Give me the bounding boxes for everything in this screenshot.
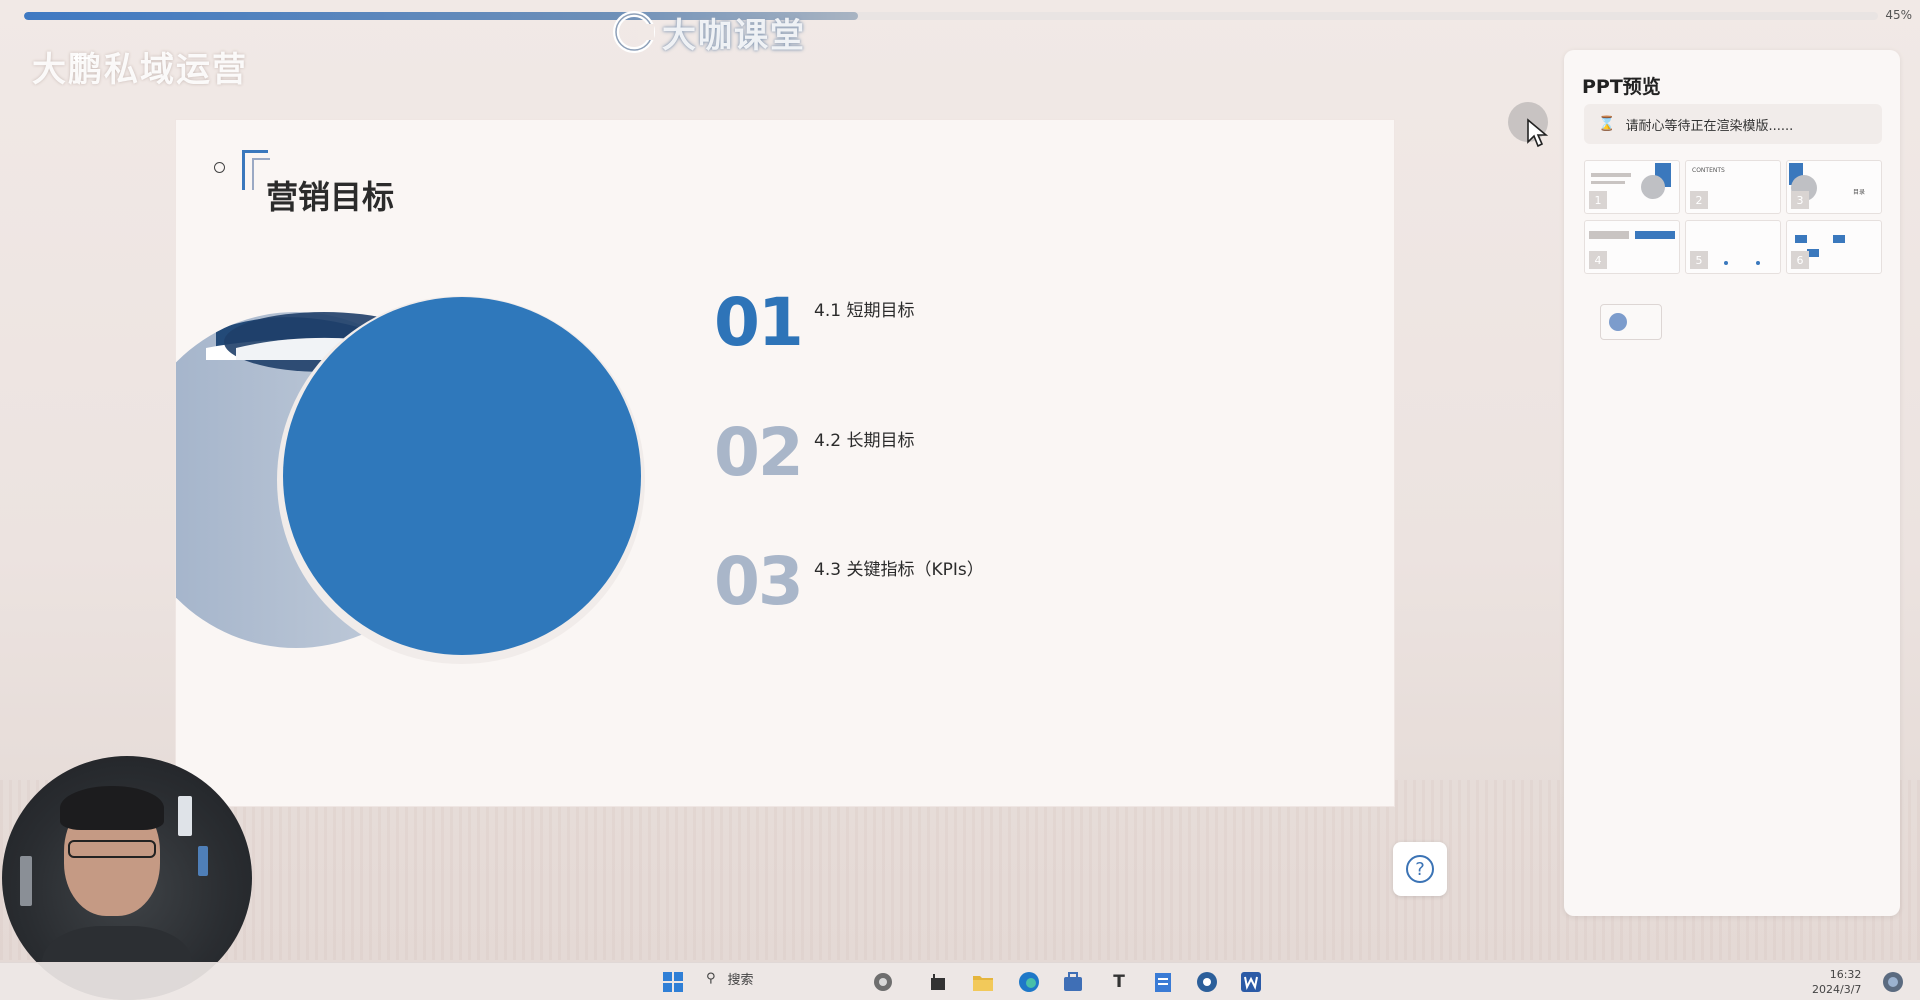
taskbar: ⚲ 搜索 T 16:32 2024/3/7	[0, 962, 1920, 1000]
mouse-cursor-icon	[1527, 118, 1548, 148]
thumb-decoration	[1641, 175, 1665, 199]
chrome-browser-icon[interactable]	[1194, 969, 1220, 995]
store-icon[interactable]	[1060, 969, 1086, 995]
thumb-decoration	[1833, 235, 1845, 243]
render-status-text: 请耐心等待正在渲染模版......	[1625, 118, 1794, 134]
ppt-preview-panel: PPT预览 ⌛ 请耐心等待正在渲染模版...... 1 CONTENTS 2 目…	[1564, 50, 1900, 916]
thumb-number: 1	[1589, 191, 1607, 209]
clock-date: 2024/3/7	[1812, 983, 1862, 996]
slide-thumbnail-rendering[interactable]	[1600, 304, 1662, 340]
agenda-item-1: 01 4.1 短期目标	[714, 290, 914, 356]
agenda-number-2: 02	[714, 414, 804, 491]
thumb-number: 5	[1690, 251, 1708, 269]
search-placeholder: 搜索	[727, 973, 754, 988]
presenter-glasses	[68, 840, 156, 858]
title-circle-decoration	[214, 162, 225, 173]
thumb-decoration	[1589, 231, 1629, 239]
notepad-icon[interactable]	[1150, 969, 1176, 995]
slide-thumbnail-1[interactable]: 1	[1584, 160, 1680, 214]
agenda-item-2: 02 4.2 长期目标	[714, 420, 914, 486]
background-object	[20, 856, 32, 906]
watermark: 大咖课堂	[612, 10, 806, 56]
watermark-text: 大咖课堂	[662, 15, 806, 56]
back-button[interactable]: ←	[64, 40, 100, 76]
presenter-hair	[60, 786, 164, 830]
search-icon: ⚲	[706, 971, 716, 986]
help-button[interactable]: ?	[1393, 842, 1447, 896]
agenda-number-1: 01	[714, 284, 804, 361]
thumb-decoration	[1591, 181, 1625, 184]
thumb-number: 2	[1690, 191, 1708, 209]
agenda-label-1: 4.1 短期目标	[814, 301, 915, 321]
agenda-label-2: 4.2 长期目标	[814, 431, 915, 451]
slide-thumbnail-6[interactable]: 6	[1786, 220, 1882, 274]
word-app-icon[interactable]	[1238, 969, 1264, 995]
thumb-number: 6	[1791, 251, 1809, 269]
thumbnail-grid: 1 CONTENTS 2 目录 3 4 5 6	[1584, 160, 1882, 274]
thumb-decoration	[1635, 231, 1675, 239]
thumb-decoration	[1591, 173, 1631, 177]
typora-icon[interactable]: T	[1106, 969, 1132, 995]
thumb-text: CONTENTS	[1692, 167, 1725, 174]
progress-bar	[24, 12, 1878, 20]
thumb-number: 4	[1589, 251, 1607, 269]
thumb-decoration	[1609, 313, 1627, 331]
preview-title: PPT预览	[1582, 76, 1661, 98]
agenda-number-3: 03	[714, 543, 804, 620]
file-explorer-icon[interactable]	[970, 969, 996, 995]
system-clock[interactable]: 16:32 2024/3/7	[1812, 967, 1861, 997]
slide-thumbnail-4[interactable]: 4	[1584, 220, 1680, 274]
slide-illustration	[176, 290, 656, 690]
render-status: ⌛ 请耐心等待正在渲染模版......	[1584, 104, 1882, 144]
slide-thumbnail-5[interactable]: 5	[1685, 220, 1781, 274]
widget-app-icon[interactable]	[870, 969, 896, 995]
question-icon: ?	[1406, 855, 1434, 883]
slide-thumbnail-2[interactable]: CONTENTS 2	[1685, 160, 1781, 214]
windows-start-icon[interactable]	[660, 969, 686, 995]
thumb-decoration	[1756, 261, 1760, 265]
thumb-number: 3	[1791, 191, 1809, 209]
slide-title: 营销目标	[266, 178, 395, 216]
background-object	[198, 846, 208, 876]
agenda-label-3: 4.3 关键指标（KPIs）	[814, 560, 984, 580]
edge-browser-icon[interactable]	[1016, 969, 1042, 995]
background-object	[178, 796, 192, 836]
hourglass-icon: ⌛	[1598, 116, 1616, 132]
notification-icon[interactable]	[1880, 969, 1906, 995]
thumb-decoration	[1795, 235, 1807, 243]
thumb-text: 目录	[1853, 189, 1866, 196]
slide-canvas: 营销目标 01 4.1 短期目标 02 4.2 长期目标 03 4.3 关键指标…	[176, 120, 1394, 806]
watermark-logo-icon	[613, 11, 655, 53]
thumb-decoration	[1724, 261, 1728, 265]
progress-percent: 45%	[1885, 8, 1912, 22]
agenda-item-3: 03 4.3 关键指标（KPIs）	[714, 549, 984, 615]
arrow-left-icon: ←	[72, 45, 92, 71]
slide-thumbnail-3[interactable]: 目录 3	[1786, 160, 1882, 214]
task-view-icon[interactable]	[926, 969, 952, 995]
taskbar-search[interactable]: ⚲ 搜索	[706, 969, 754, 988]
clock-time: 16:32	[1829, 968, 1862, 981]
